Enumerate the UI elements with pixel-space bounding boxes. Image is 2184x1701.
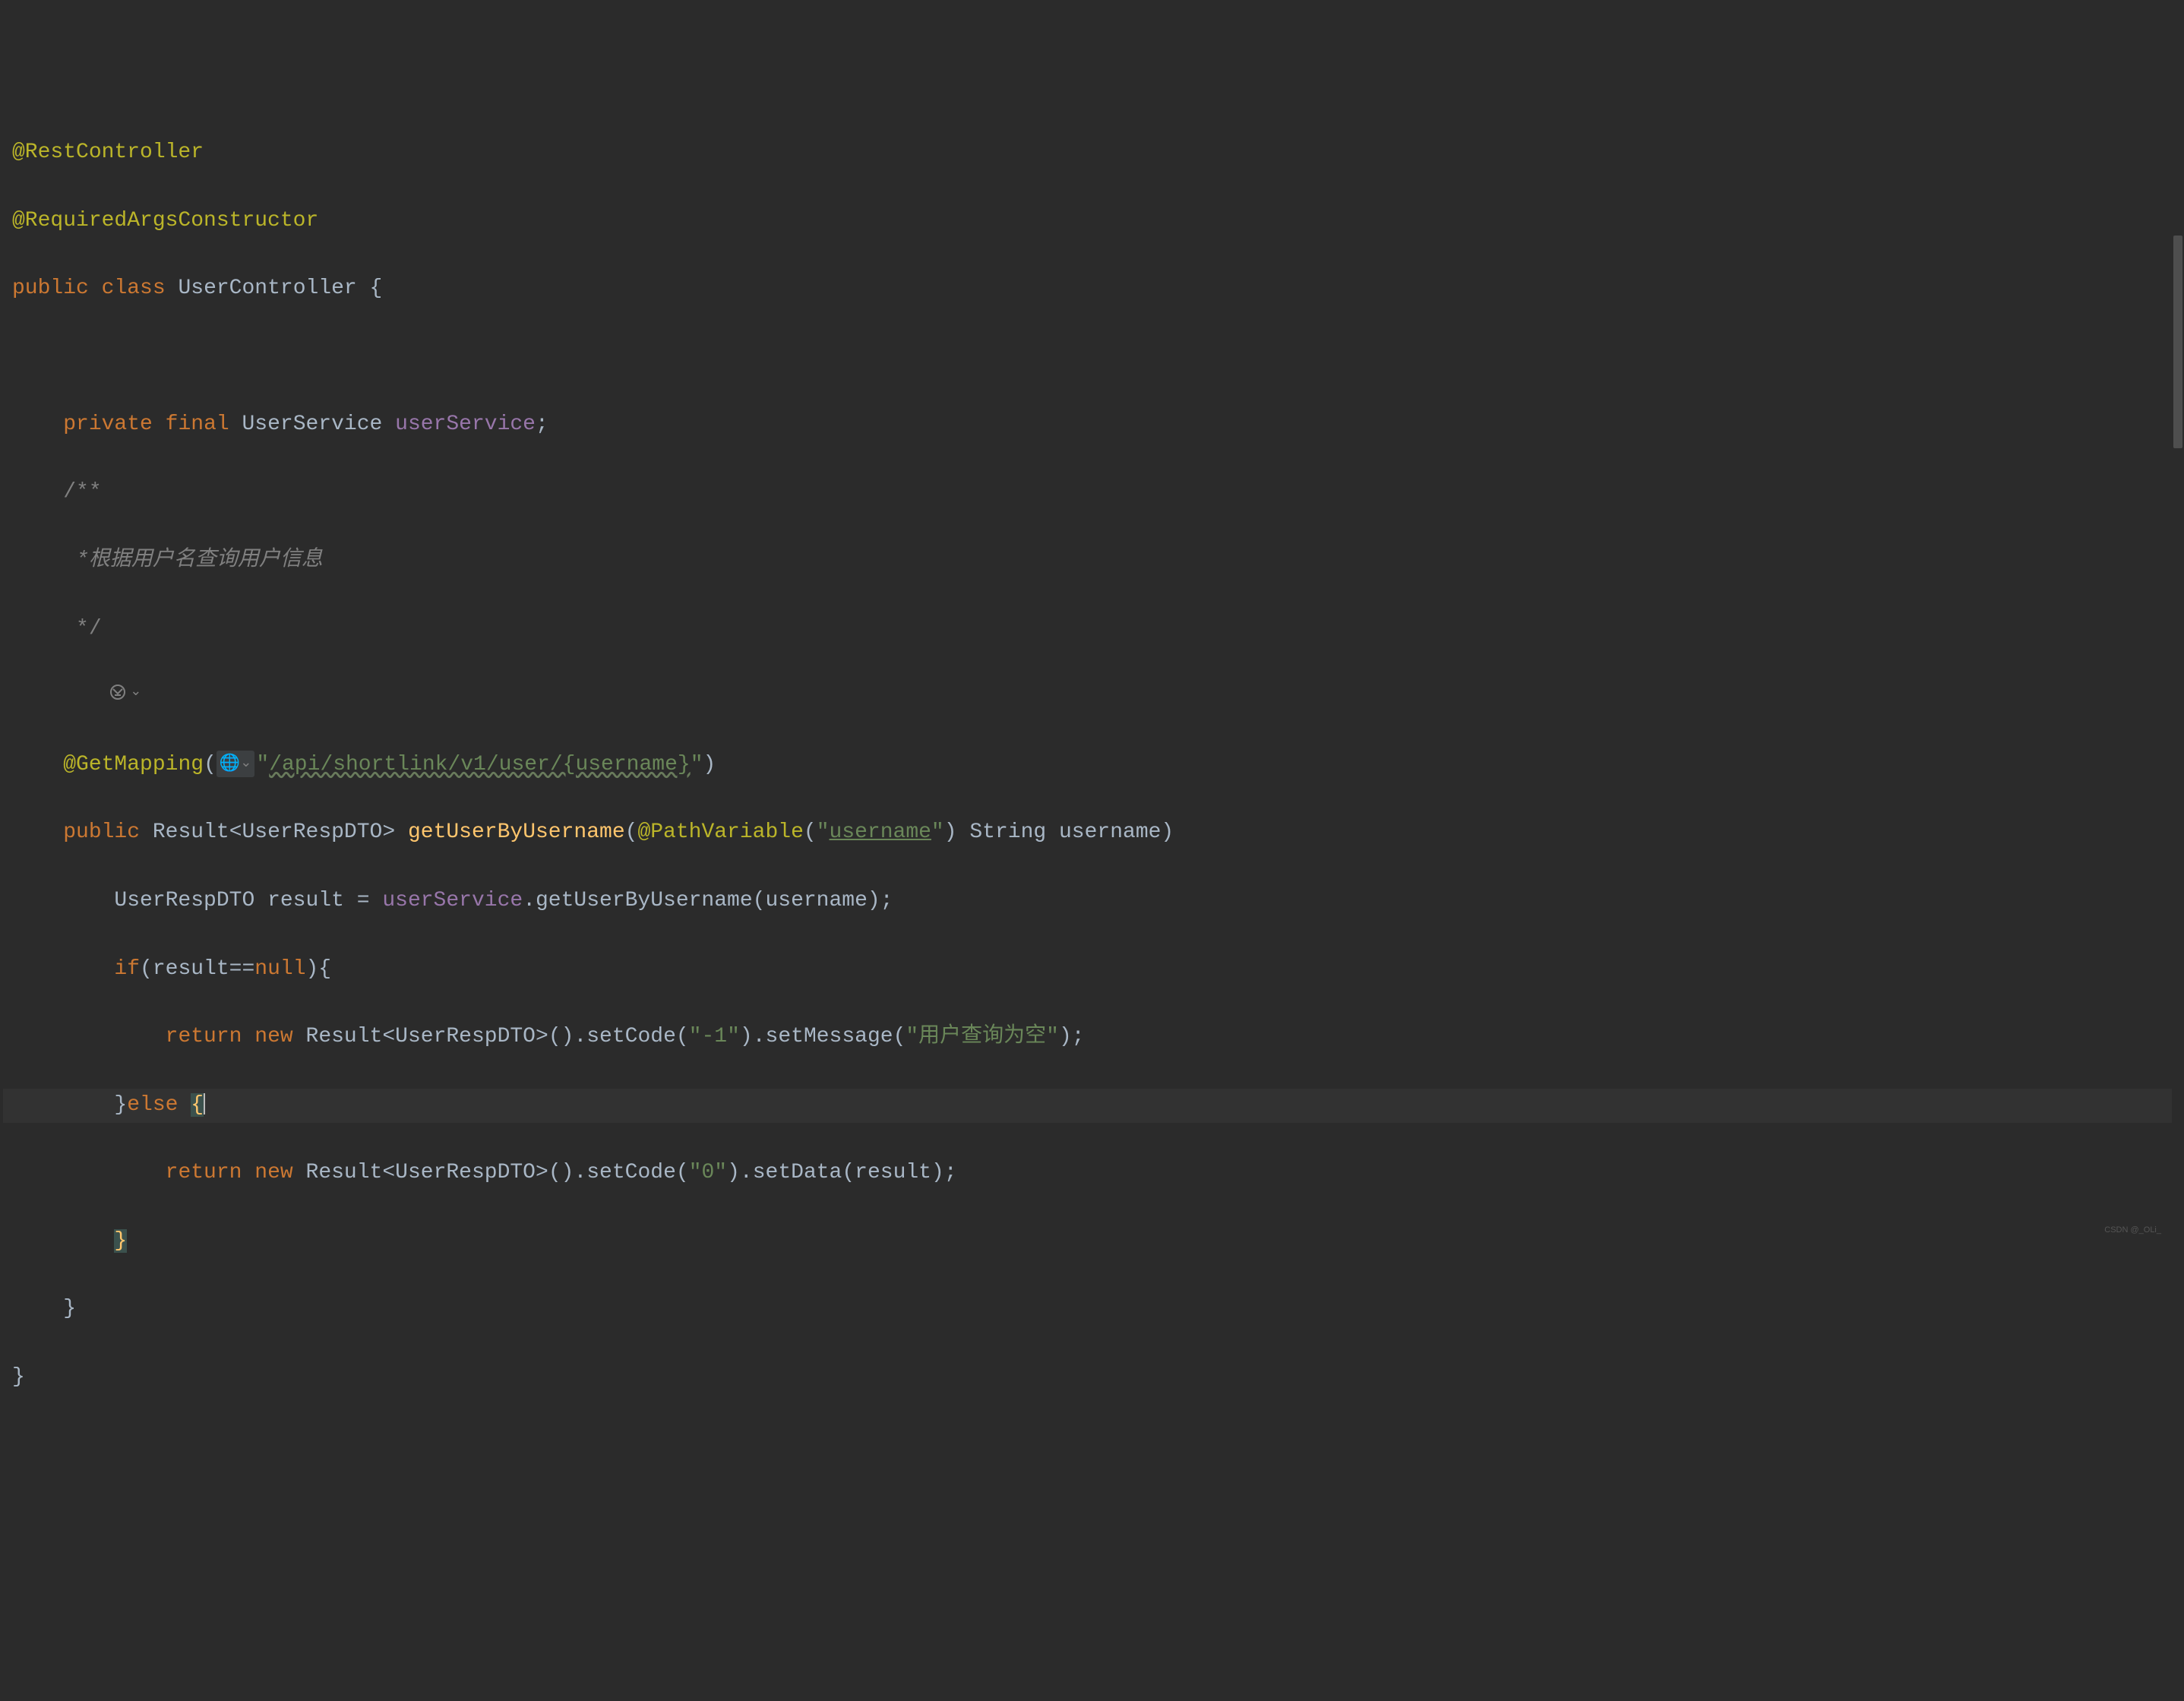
code-line-14[interactable]: return new Result<UserRespDTO>().setCode… xyxy=(3,1020,2184,1054)
keyword-if: if xyxy=(114,957,140,981)
url-path: /api/shortlink/v1/user/{username} xyxy=(269,753,691,776)
field-userservice: userService xyxy=(395,413,536,436)
annotation-restcontroller: @RestController xyxy=(12,141,204,164)
code-line-18[interactable]: } xyxy=(3,1292,2184,1326)
keyword-final: final xyxy=(166,413,229,436)
punct-eqeq: == xyxy=(229,957,255,981)
punct-eq: = xyxy=(357,889,370,912)
keyword-class: class xyxy=(102,277,166,300)
annotation-pathvariable: @PathVariable xyxy=(637,820,803,844)
code-line-2[interactable]: @RequiredArgsConstructor xyxy=(3,204,2184,239)
keyword-private: private xyxy=(63,413,153,436)
type-userrespdto-3: UserRespDTO xyxy=(395,1025,536,1048)
code-line-12[interactable]: UserRespDTO result = userService.getUser… xyxy=(3,884,2184,918)
type-result-3: Result xyxy=(306,1161,383,1184)
code-line-7[interactable]: *根据用户名查询用户信息 xyxy=(3,544,2184,578)
param-username: username xyxy=(1059,820,1161,844)
scrollbar-track[interactable] xyxy=(2172,236,2184,1242)
string-zero: "0" xyxy=(689,1161,727,1184)
punct-semi: ; xyxy=(536,413,548,436)
code-line-5[interactable]: private final UserService userService; xyxy=(3,408,2184,442)
var-result-2: result xyxy=(153,957,229,981)
class-name-usercontroller: UserController xyxy=(178,277,356,300)
type-userrespdto-4: UserRespDTO xyxy=(395,1161,536,1184)
call-setmessage: setMessage xyxy=(766,1025,893,1048)
javadoc-close: */ xyxy=(63,617,101,640)
chevron-down-icon: ⌄ xyxy=(130,681,141,703)
type-result-2: Result xyxy=(306,1025,383,1048)
brace-match-close: } xyxy=(114,1229,127,1253)
keyword-return: return xyxy=(166,1025,242,1048)
javadoc-line: *根据用户名查询用户信息 xyxy=(63,549,323,572)
punct-lt: < xyxy=(229,820,242,844)
code-line-1[interactable]: @RestController xyxy=(3,136,2184,170)
keyword-return-2: return xyxy=(166,1161,242,1184)
call-getuserbyusername: getUserByUsername xyxy=(536,889,753,912)
code-line-8[interactable]: */ xyxy=(3,612,2184,647)
code-line-15-current[interactable]: }else { xyxy=(3,1089,2184,1123)
type-userrespdto: UserRespDTO xyxy=(242,820,383,844)
type-userrespdto-2: UserRespDTO xyxy=(114,889,254,912)
code-line-17[interactable]: } xyxy=(3,1225,2184,1259)
annotation-getmapping: @GetMapping xyxy=(63,753,204,776)
punct-gt: > xyxy=(382,820,395,844)
code-line-9-gutter[interactable]: ⌄ xyxy=(3,680,2184,714)
punct-open-paren: ( xyxy=(204,753,217,776)
javadoc-open: /** xyxy=(63,480,101,504)
code-line-19[interactable]: } xyxy=(3,1361,2184,1395)
type-string: String xyxy=(969,820,1046,844)
arg-username: username xyxy=(765,889,867,912)
punct-close-paren: ) xyxy=(703,753,716,776)
call-setdata: setData xyxy=(753,1161,842,1184)
chevron-down-icon-inline: ⌄ xyxy=(240,753,251,775)
text-caret xyxy=(204,1093,205,1115)
watermark: CSDN @_OLi_ xyxy=(2104,1224,2161,1238)
code-line-3[interactable]: public class UserController { xyxy=(3,272,2184,306)
code-line-16[interactable]: return new Result<UserRespDTO>().setCode… xyxy=(3,1156,2184,1190)
punct-openbrace: { xyxy=(370,277,383,300)
globe-icon[interactable]: 🌐⌄ xyxy=(217,751,255,777)
string-neg1: "-1" xyxy=(689,1025,740,1048)
scrollbar-thumb[interactable] xyxy=(2173,236,2182,448)
code-line-4[interactable] xyxy=(3,340,2184,374)
punct-closeparenbrace: ){ xyxy=(306,957,332,981)
field-userservice-2: userService xyxy=(382,889,523,912)
var-result: result xyxy=(267,889,344,912)
punct-closebrace-method: } xyxy=(63,1297,76,1320)
method-getuserbyusername: getUserByUsername xyxy=(408,820,625,844)
keyword-public-2: public xyxy=(63,820,140,844)
keyword-null: null xyxy=(254,957,305,981)
punct-closebrace-if: } xyxy=(114,1093,127,1117)
code-line-10[interactable]: @GetMapping(🌐⌄"/api/shortlink/v1/user/{u… xyxy=(3,748,2184,783)
punct-closebrace-class: } xyxy=(12,1365,25,1389)
string-quote: " xyxy=(256,753,269,776)
type-userservice: UserService xyxy=(242,413,382,436)
keyword-public: public xyxy=(12,277,89,300)
annotation-requiredargsconstructor: @RequiredArgsConstructor xyxy=(12,209,318,232)
path-var-name: username xyxy=(830,820,931,844)
keyword-new-2: new xyxy=(254,1161,292,1184)
code-line-11[interactable]: public Result<UserRespDTO> getUserByUser… xyxy=(3,816,2184,850)
string-emptymsg: "用户查询为空" xyxy=(906,1025,1059,1048)
code-line-6[interactable]: /** xyxy=(3,476,2184,510)
keyword-new: new xyxy=(254,1025,292,1048)
keyword-else: else xyxy=(127,1093,178,1117)
brace-match-open: { xyxy=(191,1093,204,1117)
type-result: Result xyxy=(153,820,229,844)
endpoint-gutter-icon[interactable]: ⌄ xyxy=(109,681,141,703)
call-setcode-2: setCode xyxy=(586,1161,676,1184)
code-line-13[interactable]: if(result==null){ xyxy=(3,953,2184,987)
string-quote-close: " xyxy=(691,753,703,776)
arg-result: result xyxy=(855,1161,931,1184)
call-setcode: setCode xyxy=(586,1025,676,1048)
